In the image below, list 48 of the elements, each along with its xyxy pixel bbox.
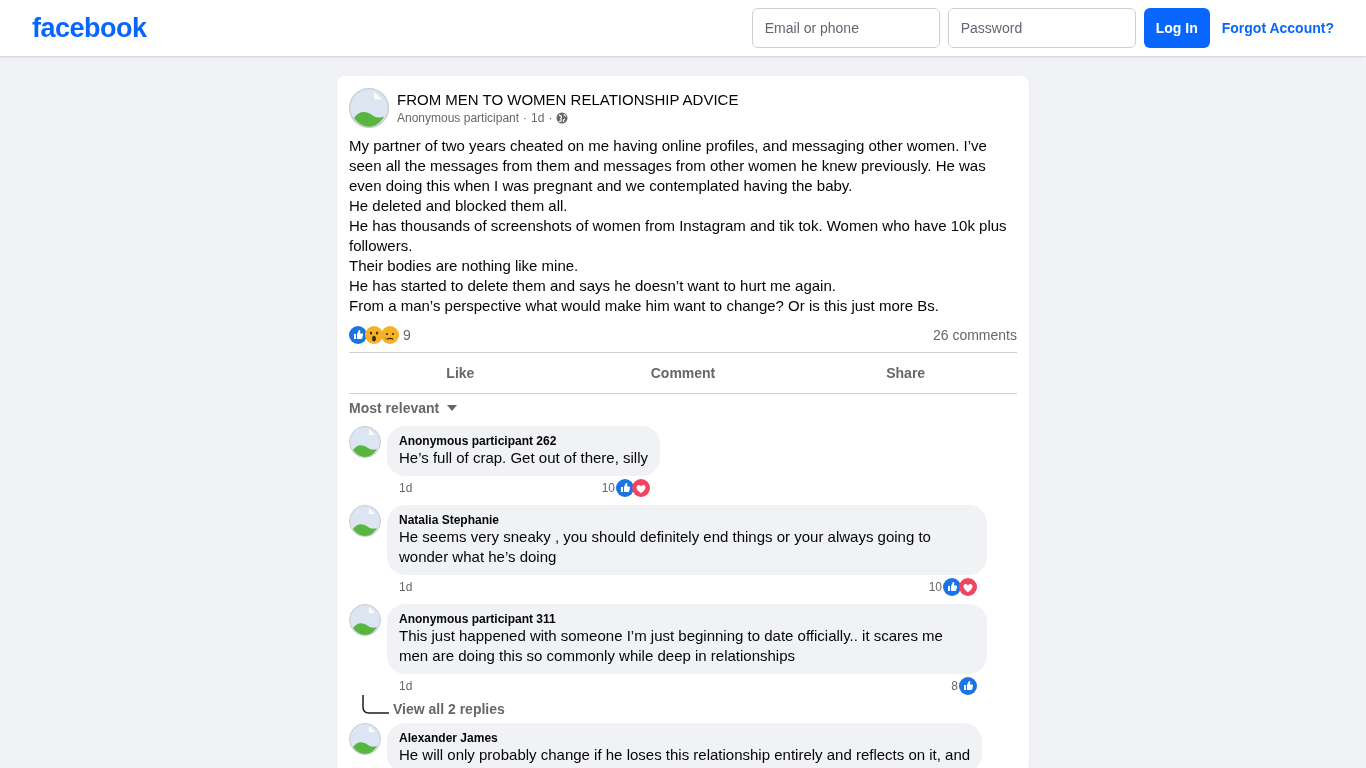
- comment-author[interactable]: Natalia Stephanie: [399, 513, 975, 527]
- globe-icon: [556, 112, 569, 124]
- post-text: My partner of two years cheated on me having online profiles, and messaging other women. I’ve seen all the messages from them and messages from other women he knew previously. He was even doing this when I was pregnant and we contemplated having the baby. He deleted and blocked them all. He has thousands of screenshots of women from Instagram and tik tok. Women who have 10k plus followers. Their bodies are nothing like mine. He has started to delete them and says he doesn’t want to hurt me again. From a man’s perspective what would make him want to change? Or is this just more Bs.: [349, 136, 1008, 316]
- avatar-placeholder: [349, 505, 381, 537]
- comment-time[interactable]: 1d: [399, 679, 413, 693]
- sad-face-icon: [381, 326, 399, 344]
- separator-dot: ·: [523, 111, 528, 125]
- avatar-placeholder: [349, 88, 389, 128]
- comment-count[interactable]: 26 comments: [932, 327, 1017, 343]
- sort-dropdown[interactable]: Most relevant: [349, 400, 458, 416]
- comment-reaction-count[interactable]: 10: [928, 580, 942, 594]
- separator-dot: ·: [548, 111, 553, 125]
- avatar-placeholder: [349, 723, 381, 755]
- like-reaction-icon: [943, 578, 961, 596]
- comment-author[interactable]: Anonymous participant 311: [399, 612, 975, 626]
- login-button[interactable]: Log In: [1143, 8, 1210, 48]
- avatar-placeholder: [349, 604, 381, 636]
- comment-author[interactable]: Anonymous participant 262: [399, 434, 648, 448]
- comment-time[interactable]: 1d: [399, 580, 413, 594]
- surprised-face-icon: [365, 326, 383, 344]
- comment-text: He seems very sneaky , you should definitely end things or your always going to wonder what he’s doing: [399, 527, 932, 567]
- forgot-account-link[interactable]: Forgot Account?: [1221, 20, 1334, 36]
- comment-time[interactable]: 1d: [399, 481, 413, 495]
- post-time[interactable]: 1d: [531, 111, 545, 125]
- post-action-button[interactable]: Comment: [571, 357, 795, 389]
- comment-text: He’s full of crap. Get out of there, silly: [399, 448, 648, 468]
- reaction-count[interactable]: 9: [403, 327, 411, 343]
- like-reaction-icon: [959, 677, 977, 695]
- like-reaction-icon: [349, 326, 367, 344]
- comment-reaction-count[interactable]: 10: [601, 481, 615, 495]
- heart-reaction-icon: [959, 578, 977, 596]
- post-action-button[interactable]: Like: [349, 357, 572, 389]
- comment-text: He will only probably change if he loses this relationship entirely and reflects on it, and: [399, 745, 971, 765]
- like-reaction-icon: [616, 479, 634, 497]
- comment-reaction-count[interactable]: 8: [951, 679, 958, 693]
- email-field[interactable]: Email or phone: [751, 8, 940, 48]
- avatar-placeholder: [349, 426, 381, 458]
- password-field[interactable]: Password: [947, 8, 1136, 48]
- heart-reaction-icon: [632, 479, 650, 497]
- comment-author[interactable]: Alexander James: [399, 731, 971, 745]
- post-action-button[interactable]: Share: [794, 357, 1017, 389]
- group-name[interactable]: FROM MEN TO WOMEN RELATIONSHIP ADVICE: [397, 91, 739, 108]
- post-author: Anonymous participant: [397, 111, 520, 125]
- facebook-logo[interactable]: facebook: [32, 12, 147, 44]
- view-replies-link[interactable]: View all 2 replies: [393, 701, 505, 717]
- comment-text: This just happened with someone I’m just beginning to date officially.. it scares me men are doing this so commonly while deep in relationships: [399, 626, 944, 666]
- reply-connector-line: [361, 695, 389, 715]
- caret-icon: [447, 405, 458, 411]
